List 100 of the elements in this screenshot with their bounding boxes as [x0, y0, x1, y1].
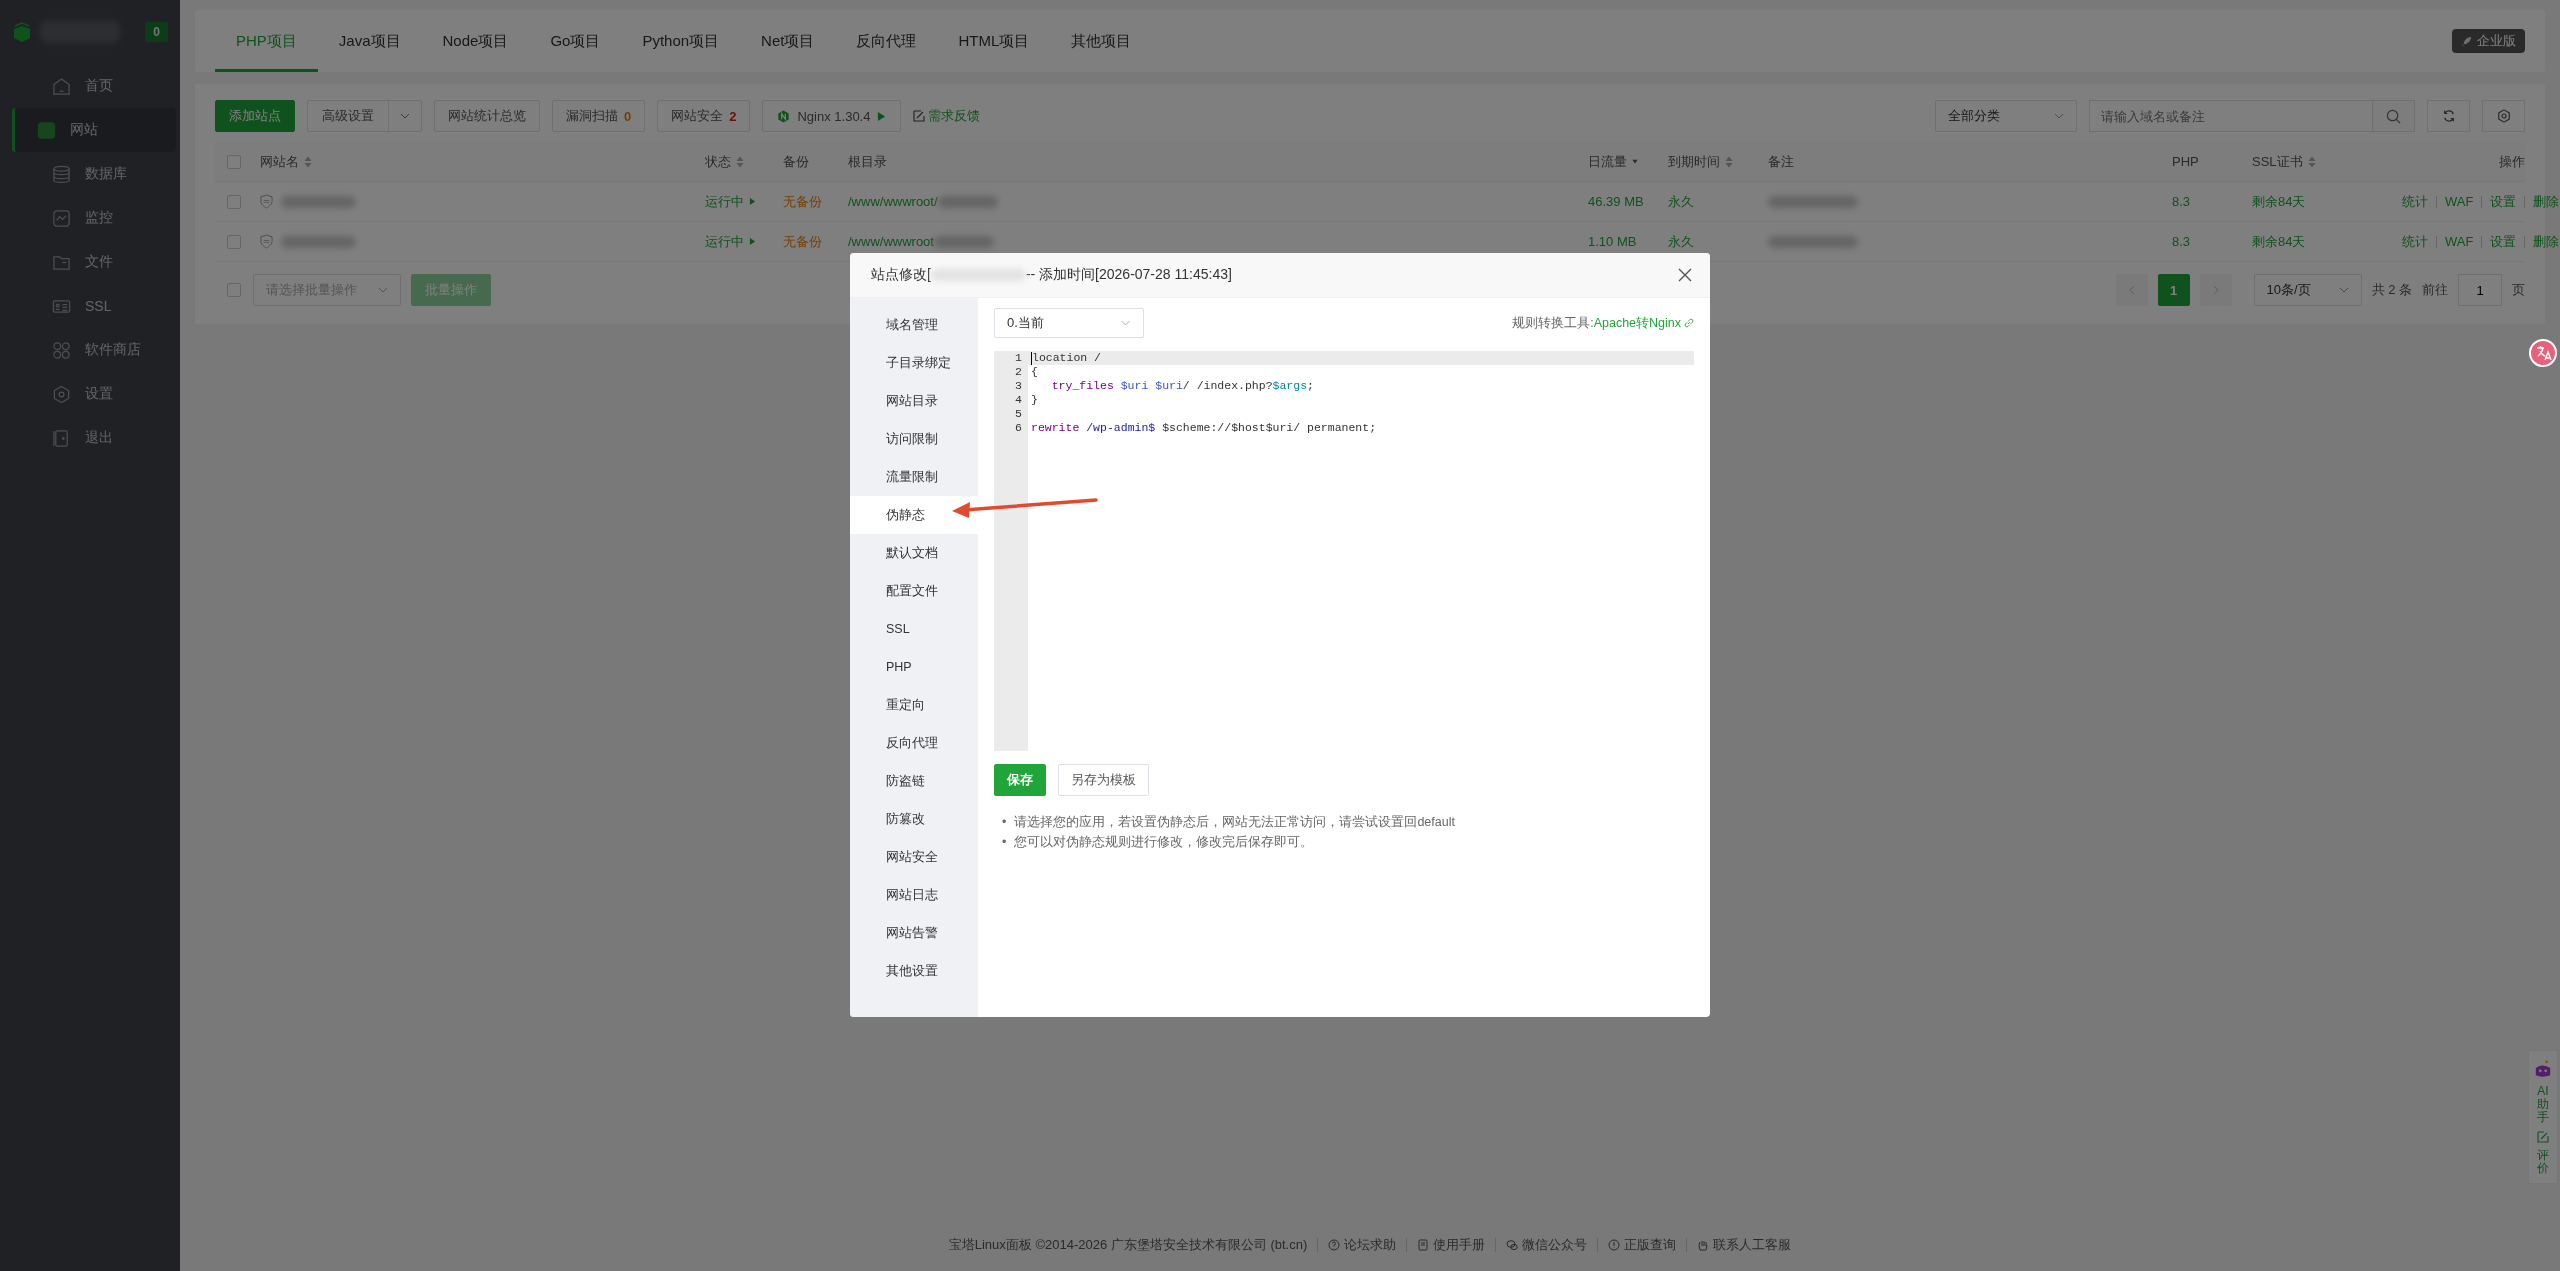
dialog-menu-item[interactable]: SSL [850, 610, 978, 648]
page-input[interactable]: 1 [2458, 274, 2502, 306]
nginx-button[interactable]: Nginx 1.30.4 [762, 100, 902, 132]
action-link[interactable]: 统计 [2402, 192, 2428, 211]
dialog-menu-item[interactable]: 配置文件 [850, 572, 978, 610]
ssl-link[interactable]: 剩余84天 [2252, 192, 2402, 211]
dialog-menu-item[interactable]: 网站安全 [850, 838, 978, 876]
dialog-menu-item[interactable]: 重定向 [850, 686, 978, 724]
project-tab[interactable]: 反向代理 [835, 10, 938, 72]
dialog-menu-item[interactable]: 流量限制 [850, 458, 978, 496]
footer-link[interactable]: 微信公众号 [1506, 1236, 1588, 1254]
refresh-button[interactable] [2427, 100, 2470, 132]
project-tab[interactable]: 其他项目 [1050, 10, 1153, 72]
action-link[interactable]: 删除 [2533, 232, 2560, 251]
sidebar-item[interactable]: SSL [12, 284, 176, 328]
ssl-link[interactable]: 剩余84天 [2252, 232, 2402, 251]
column-header[interactable]: 备份 [783, 152, 848, 171]
dialog-menu-item[interactable]: 子目录绑定 [850, 344, 978, 382]
sidebar-item[interactable]: 软件商店 [12, 328, 176, 372]
project-tab[interactable]: HTML项目 [937, 10, 1051, 72]
column-header[interactable]: PHP [2172, 154, 2252, 169]
status-link[interactable]: 运行中 [705, 232, 783, 251]
dialog-menu-item[interactable]: 默认文档 [850, 534, 978, 572]
footer-link[interactable]: 联系人工客服 [1697, 1236, 1792, 1254]
column-header[interactable]: 日流量 [1588, 152, 1668, 171]
dialog-menu-item[interactable]: PHP [850, 648, 978, 686]
statistics-button[interactable]: 网站统计总览 [434, 100, 540, 132]
category-select[interactable]: 全部分类 [1935, 100, 2077, 132]
sidebar-item[interactable]: 网站 [12, 108, 176, 152]
search-field[interactable]: 请输入域名或备注 [2089, 100, 2372, 132]
translate-icon[interactable] [2528, 338, 2558, 368]
project-tab[interactable]: Net项目 [740, 10, 836, 72]
close-icon[interactable] [1678, 268, 1692, 282]
action-link[interactable]: 统计 [2402, 232, 2428, 251]
scan-button[interactable]: 网站安全 2 [657, 100, 751, 132]
notification-badge[interactable]: 0 [145, 22, 168, 42]
add-site-button[interactable]: 添加站点 [215, 100, 295, 132]
feedback-link[interactable]: 需求反馈 [913, 107, 981, 125]
search-button[interactable] [2372, 100, 2415, 132]
root-path-link[interactable]: /www/wwwroot/ [848, 194, 938, 209]
dialog-menu-item[interactable]: 网站告警 [850, 914, 978, 952]
project-tab[interactable]: Java项目 [317, 10, 422, 72]
checkbox[interactable] [227, 154, 241, 169]
column-header[interactable]: 到期时间 [1668, 152, 1768, 171]
dialog-menu-item[interactable]: 网站目录 [850, 382, 978, 420]
page-button[interactable]: 1 [2157, 274, 2190, 306]
dialog-menu-item[interactable]: 访问限制 [850, 420, 978, 458]
sidebar-item[interactable]: 退出 [12, 416, 176, 460]
checkbox[interactable] [227, 194, 241, 209]
scan-button[interactable]: 漏洞扫描 0 [552, 100, 646, 132]
sidebar-item[interactable]: 设置 [12, 372, 176, 416]
status-link[interactable]: 运行中 [705, 192, 783, 211]
column-header[interactable]: 根目录 [848, 152, 1588, 171]
footer-link[interactable]: 使用手册 [1417, 1236, 1486, 1254]
checkbox[interactable] [227, 283, 241, 297]
template-select[interactable]: 0.当前 [994, 308, 1144, 338]
sidebar-item[interactable]: 监控 [12, 196, 176, 240]
dialog-menu-item[interactable]: 域名管理 [850, 306, 978, 344]
column-header[interactable]: 网站名 [260, 152, 705, 171]
sidebar-item[interactable]: 数据库 [12, 152, 176, 196]
footer-link[interactable]: 论坛求助 [1328, 1236, 1397, 1254]
project-tab[interactable]: PHP项目 [215, 10, 318, 72]
ai-assistant-link[interactable]: AI助手 [2535, 1085, 2551, 1125]
action-link[interactable]: WAF [2445, 234, 2474, 249]
checkbox[interactable] [227, 234, 241, 249]
column-header[interactable]: 备注 [1768, 152, 2172, 171]
review-link[interactable]: 评价 [2535, 1148, 2551, 1175]
footer-link[interactable]: 正版查询 [1608, 1236, 1677, 1254]
converter-link[interactable]: Apache转Nginx [1593, 314, 1681, 332]
project-tab[interactable]: Node项目 [421, 10, 530, 72]
settings-dropdown[interactable]: 高级设置 [307, 100, 422, 132]
dialog-menu-item[interactable]: 反向代理 [850, 724, 978, 762]
page-size-select[interactable]: 10条/页 [2253, 274, 2362, 306]
code-editor[interactable]: 1 2 3 4 5 6 location / { try_files $uri $uri/ /index.php?$args; } rewrite /wp-admin$ $scheme://$host$uri/ permanent; [994, 351, 1694, 751]
action-link[interactable]: WAF [2445, 194, 2474, 209]
sidebar-item[interactable]: 文件 [12, 240, 176, 284]
dialog-menu-item[interactable]: 其他设置 [850, 952, 978, 990]
dialog-menu-item[interactable]: 伪静态 [850, 496, 978, 534]
project-tab[interactable]: Python项目 [621, 10, 741, 72]
column-header[interactable]: SSL证书 [2252, 152, 2402, 171]
dialog-menu-item[interactable]: 防篡改 [850, 800, 978, 838]
save-template-button[interactable]: 另存为模板 [1058, 764, 1149, 796]
backup-link[interactable]: 无备份 [783, 232, 848, 251]
action-link[interactable]: 删除 [2533, 192, 2560, 211]
php-version-link[interactable]: 8.3 [2172, 234, 2252, 249]
edition-badge[interactable]: 企业版 [2452, 29, 2525, 53]
backup-link[interactable]: 无备份 [783, 192, 848, 211]
next-page-button[interactable] [2199, 274, 2232, 306]
project-tab[interactable]: Go项目 [529, 10, 622, 72]
column-header[interactable]: 操作 [2402, 152, 2525, 171]
action-link[interactable]: 设置 [2490, 192, 2517, 211]
column-header[interactable]: 状态 [705, 152, 783, 171]
php-version-link[interactable]: 8.3 [2172, 194, 2252, 209]
action-link[interactable]: 设置 [2490, 232, 2517, 251]
root-path-link[interactable]: /www/wwwroot [848, 234, 934, 249]
previous-page-button[interactable] [2115, 274, 2148, 306]
dialog-menu-item[interactable]: 防盗链 [850, 762, 978, 800]
sidebar-item[interactable]: 首页 [12, 64, 176, 108]
settings-button[interactable] [2482, 100, 2525, 132]
dialog-menu-item[interactable]: 网站日志 [850, 876, 978, 914]
